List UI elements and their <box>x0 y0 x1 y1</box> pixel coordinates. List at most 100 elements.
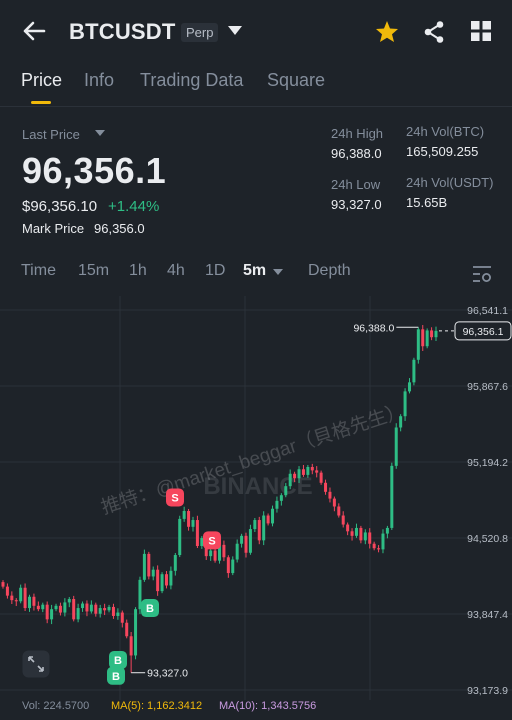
candle-body <box>23 587 27 609</box>
candle-body <box>120 612 124 623</box>
candle-body <box>315 470 319 473</box>
candle-body <box>142 553 146 580</box>
active-tab-indicator <box>31 101 51 104</box>
candle-body <box>156 569 160 592</box>
ma10-label: MA(10): 1,343.5756 <box>219 700 317 712</box>
last-price-value: 96,356.1 <box>22 150 167 191</box>
candle-body <box>85 603 89 612</box>
candle-body <box>125 622 129 637</box>
vol-usdt-value: 15.65B <box>406 195 448 210</box>
y-tick-label: 96,541.1 <box>467 305 508 317</box>
candle-body <box>324 482 328 492</box>
last-price-label[interactable]: Last Price <box>22 127 80 142</box>
candle-body <box>231 559 235 574</box>
candle-body <box>160 574 164 592</box>
tf-1h[interactable]: 1h <box>129 262 147 280</box>
volume-label: Vol: 224.5700 <box>22 700 90 712</box>
candle-body <box>182 511 186 519</box>
candle-body <box>235 543 239 560</box>
candle-body <box>359 527 363 541</box>
candle-body <box>116 612 120 616</box>
tab-price[interactable]: Price <box>21 70 62 91</box>
y-tick-label: 93,847.4 <box>467 609 508 621</box>
symbol-title[interactable]: BTCUSDT <box>69 19 176 45</box>
star-icon[interactable] <box>375 20 399 43</box>
main-tabs: Price Info Trading Data Square <box>0 70 512 106</box>
share-icon[interactable] <box>422 20 446 44</box>
chevron-down-icon[interactable] <box>228 26 242 36</box>
expand-icon[interactable] <box>22 650 50 678</box>
tf-15m[interactable]: 15m <box>78 262 109 280</box>
candle-body <box>147 553 151 577</box>
vol-usdt-label: 24h Vol(USDT) <box>406 175 494 190</box>
candle-body <box>306 466 310 475</box>
candle-body <box>76 608 80 620</box>
price-chart[interactable]: BINANCE 推特：@market_beggar（貝格先生） 96,388.0… <box>0 296 512 720</box>
candle-body <box>328 491 332 499</box>
candle-body <box>399 416 403 428</box>
candle-body <box>319 472 323 483</box>
caret-down-icon[interactable] <box>95 130 105 137</box>
candle-body <box>209 550 213 557</box>
contract-badge: Perp <box>181 23 219 42</box>
chart-settings-icon[interactable] <box>472 265 492 283</box>
candle-body <box>248 529 252 553</box>
back-arrow-icon[interactable] <box>22 20 46 42</box>
mark-price-label: Mark Price <box>22 221 85 236</box>
grid-menu-icon[interactable] <box>471 21 491 41</box>
candle-body <box>434 330 438 338</box>
candle-body <box>36 605 40 610</box>
timeframe-bar: Time 15m 1h 4h 1D 5m Depth <box>0 262 512 290</box>
candle-body <box>45 604 49 620</box>
candle-body <box>412 359 416 383</box>
candle-body <box>244 535 248 553</box>
top-bar: BTCUSDT Perp <box>0 0 512 62</box>
tab-info[interactable]: Info <box>84 70 114 91</box>
candle-body <box>19 587 23 602</box>
tf-depth[interactable]: Depth <box>308 262 351 280</box>
candle-body <box>416 329 420 360</box>
candle-body <box>407 382 411 392</box>
candle-body <box>381 533 385 550</box>
marker-label: S <box>171 492 178 504</box>
candle-body <box>1 582 5 587</box>
tf-time[interactable]: Time <box>21 262 56 280</box>
candle-body <box>129 636 133 656</box>
candle-body <box>390 465 394 528</box>
candle-body <box>151 569 155 577</box>
candle-body <box>14 600 18 602</box>
usd-price: $96,356.10 <box>22 198 98 215</box>
candle-body <box>107 606 111 611</box>
candle-body <box>32 596 36 606</box>
marker-label: B <box>114 655 122 667</box>
candle-body <box>222 544 226 558</box>
candle-body <box>293 473 297 479</box>
low-24h-value: 93,327.0 <box>331 197 382 212</box>
candle-body <box>103 608 107 611</box>
candle-body <box>253 520 257 530</box>
mark-price-value: 96,356.0 <box>94 221 145 236</box>
candle-body <box>337 506 341 516</box>
caret-down-icon[interactable] <box>273 269 283 276</box>
y-tick-label: 94,520.8 <box>467 533 508 545</box>
candle-body <box>240 535 244 544</box>
candle-body <box>72 599 76 620</box>
tf-1d[interactable]: 1D <box>205 262 225 280</box>
candle-body <box>28 596 32 609</box>
watermark-text: 推特：@market_beggar（貝格先生） <box>98 400 407 519</box>
candle-body <box>94 604 98 614</box>
candle-body <box>63 602 67 613</box>
candle-body <box>284 486 288 496</box>
tab-square[interactable]: Square <box>267 70 325 91</box>
candle-body <box>421 329 425 347</box>
candle-body <box>430 330 434 338</box>
tf-4h[interactable]: 4h <box>167 262 185 280</box>
trade-markers: SSBBB <box>107 488 221 685</box>
candle-body <box>41 604 45 610</box>
current-price-label: 96,356.1 <box>463 326 504 338</box>
tab-trading-data[interactable]: Trading Data <box>140 70 243 91</box>
tf-5m[interactable]: 5m <box>243 262 266 280</box>
candle-body <box>271 508 275 524</box>
candle-body <box>10 595 14 601</box>
candle-body <box>200 538 204 546</box>
